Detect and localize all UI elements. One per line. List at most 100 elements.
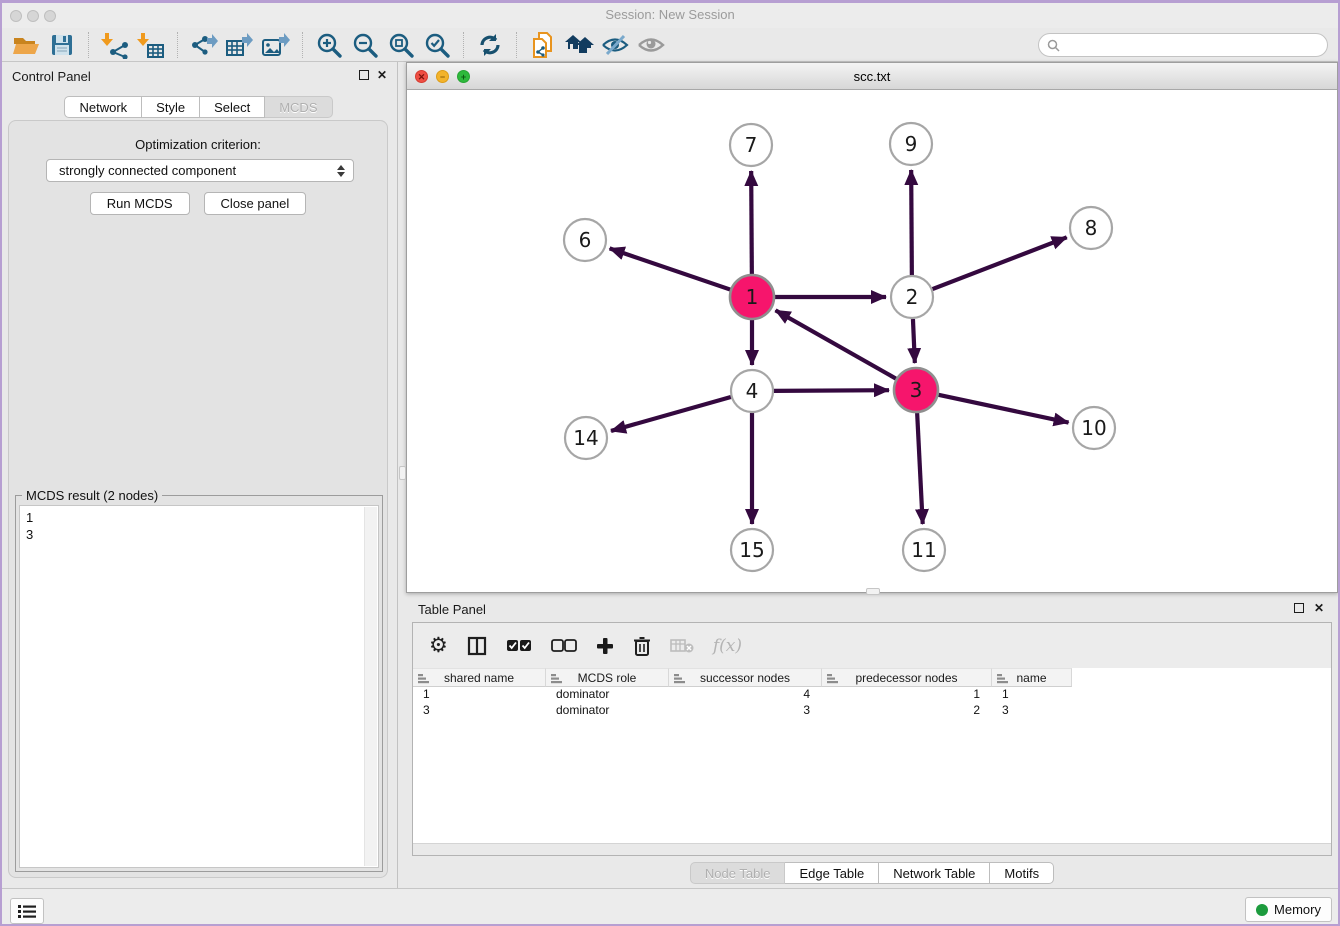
table-cell[interactable]: 3 <box>413 703 546 719</box>
graph-node-8[interactable]: 8 <box>1070 207 1112 249</box>
zoom-out-button[interactable] <box>347 30 383 60</box>
tab-edge-table[interactable]: Edge Table <box>785 862 879 884</box>
table-row[interactable]: 1dominator411 <box>413 687 1331 703</box>
table-cell[interactable]: 3 <box>992 703 1072 719</box>
tab-mcds[interactable]: MCDS <box>265 96 332 118</box>
column-header-shared-name[interactable]: shared name <box>413 668 546 687</box>
graph-node-2[interactable]: 2 <box>891 276 933 318</box>
hide-selected-button[interactable] <box>597 30 633 60</box>
float-table-panel-icon[interactable] <box>1294 603 1304 613</box>
session-title: Session: New Session <box>0 7 1340 22</box>
column-header-successor-nodes[interactable]: successor nodes <box>669 668 822 687</box>
graph-node-11[interactable]: 11 <box>903 529 945 571</box>
import-network-button[interactable] <box>97 30 133 60</box>
table-cell[interactable]: 2 <box>822 703 992 719</box>
export-network-button[interactable] <box>186 30 222 60</box>
search-field[interactable] <box>1038 33 1328 57</box>
export-table-button[interactable] <box>222 30 258 60</box>
graph-node-10[interactable]: 10 <box>1073 407 1115 449</box>
graph-edge-2-3[interactable] <box>913 319 915 363</box>
table-settings-button[interactable]: ⚙ <box>429 633 448 659</box>
graph-edge-2-8[interactable] <box>933 237 1067 289</box>
horizontal-splitter-grip[interactable] <box>866 588 880 595</box>
graph-node-4[interactable]: 4 <box>731 370 773 412</box>
control-panel-header: Control Panel ✕ <box>0 62 397 90</box>
table-cell[interactable]: dominator <box>546 703 669 719</box>
export-image-button[interactable] <box>258 30 294 60</box>
clone-network-button[interactable] <box>525 30 561 60</box>
network-canvas[interactable]: 7 9 6 8 1 2 4 3 14 10 15 11 <box>407 90 1337 592</box>
open-session-button[interactable] <box>8 30 44 60</box>
table-cell[interactable]: dominator <box>546 687 669 703</box>
table-row[interactable]: 3dominator323 <box>413 703 1331 719</box>
import-table-button[interactable] <box>133 30 169 60</box>
go-home-button[interactable] <box>561 30 597 60</box>
optimization-criterion-select[interactable]: strongly connected component <box>46 159 354 182</box>
export-image-icon <box>261 31 291 59</box>
tab-node-table[interactable]: Node Table <box>690 862 786 884</box>
zoom-out-icon <box>351 31 379 59</box>
graph-node-3[interactable]: 3 <box>894 368 938 412</box>
graph-node-15[interactable]: 15 <box>731 529 773 571</box>
graph-node-label: 2 <box>906 285 919 309</box>
tab-style[interactable]: Style <box>142 96 200 118</box>
graph-node-label: 14 <box>573 426 598 450</box>
zoom-in-button[interactable] <box>311 30 347 60</box>
close-panel-icon[interactable]: ✕ <box>377 68 387 82</box>
search-input[interactable] <box>1065 35 1327 55</box>
graph-node-9[interactable]: 9 <box>890 123 932 165</box>
graph-node-7[interactable]: 7 <box>730 124 772 166</box>
apply-function-button[interactable]: f(x) <box>713 633 742 659</box>
add-column-button[interactable] <box>596 633 614 659</box>
graph-edge-4-3[interactable] <box>774 390 889 391</box>
delete-table-button[interactable] <box>670 633 694 659</box>
graph-edge-1-7[interactable] <box>751 171 752 274</box>
column-label: predecessor nodes <box>855 671 957 685</box>
column-header-predecessor-nodes[interactable]: predecessor nodes <box>822 668 992 687</box>
table-panel-header: Table Panel ✕ <box>406 595 1338 623</box>
network-window: ✕ − + scc.txt 7 9 6 8 1 2 4 3 14 10 15 11 <box>406 62 1338 593</box>
table-cell[interactable]: 1 <box>992 687 1072 703</box>
deselect-all-button[interactable] <box>551 633 577 659</box>
table-cell[interactable]: 4 <box>669 687 822 703</box>
select-all-button[interactable] <box>506 633 532 659</box>
table-cell[interactable]: 1 <box>413 687 546 703</box>
table-horizontal-scrollbar[interactable] <box>413 843 1331 855</box>
table-cell[interactable]: 3 <box>669 703 822 719</box>
memory-button[interactable]: Memory <box>1245 897 1332 922</box>
vertical-splitter-grip[interactable] <box>399 466 406 480</box>
table-panel: Table Panel ✕ ⚙ <box>406 595 1338 888</box>
split-columns-button[interactable] <box>467 633 487 659</box>
delete-column-button[interactable] <box>633 633 651 659</box>
search-icon <box>1047 39 1060 52</box>
tab-network-table[interactable]: Network Table <box>879 862 990 884</box>
run-mcds-button[interactable]: Run MCDS <box>90 192 190 215</box>
network-titlebar[interactable]: ✕ − + scc.txt <box>407 63 1337 90</box>
column-header-MCDS-role[interactable]: MCDS role <box>546 668 669 687</box>
tab-motifs[interactable]: Motifs <box>990 862 1054 884</box>
graph-node-14[interactable]: 14 <box>565 417 607 459</box>
tab-select[interactable]: Select <box>200 96 265 118</box>
graph-node-6[interactable]: 6 <box>564 219 606 261</box>
result-scrollbar[interactable] <box>364 507 377 866</box>
graph-edge-4-14[interactable] <box>611 397 731 431</box>
graph-edge-3-1[interactable] <box>775 310 896 378</box>
tab-network[interactable]: Network <box>64 96 142 118</box>
graph-edge-3-11[interactable] <box>917 413 923 524</box>
graph-edge-2-9[interactable] <box>911 170 912 275</box>
table-cell[interactable]: 1 <box>822 687 992 703</box>
task-history-button[interactable] <box>10 898 44 924</box>
graph-edge-3-10[interactable] <box>938 395 1068 423</box>
mcds-result-textarea[interactable]: 13 <box>19 505 379 868</box>
graph-node-1[interactable]: 1 <box>730 275 774 319</box>
zoom-selected-button[interactable] <box>419 30 455 60</box>
save-session-button[interactable] <box>44 30 80 60</box>
show-hidden-button[interactable] <box>633 30 669 60</box>
graph-edge-1-6[interactable] <box>610 248 731 289</box>
close-table-panel-icon[interactable]: ✕ <box>1314 601 1324 615</box>
column-header-name[interactable]: name <box>992 668 1072 687</box>
zoom-fit-button[interactable] <box>383 30 419 60</box>
close-panel-button[interactable]: Close panel <box>204 192 307 215</box>
refresh-layout-button[interactable] <box>472 30 508 60</box>
float-panel-icon[interactable] <box>359 70 369 80</box>
